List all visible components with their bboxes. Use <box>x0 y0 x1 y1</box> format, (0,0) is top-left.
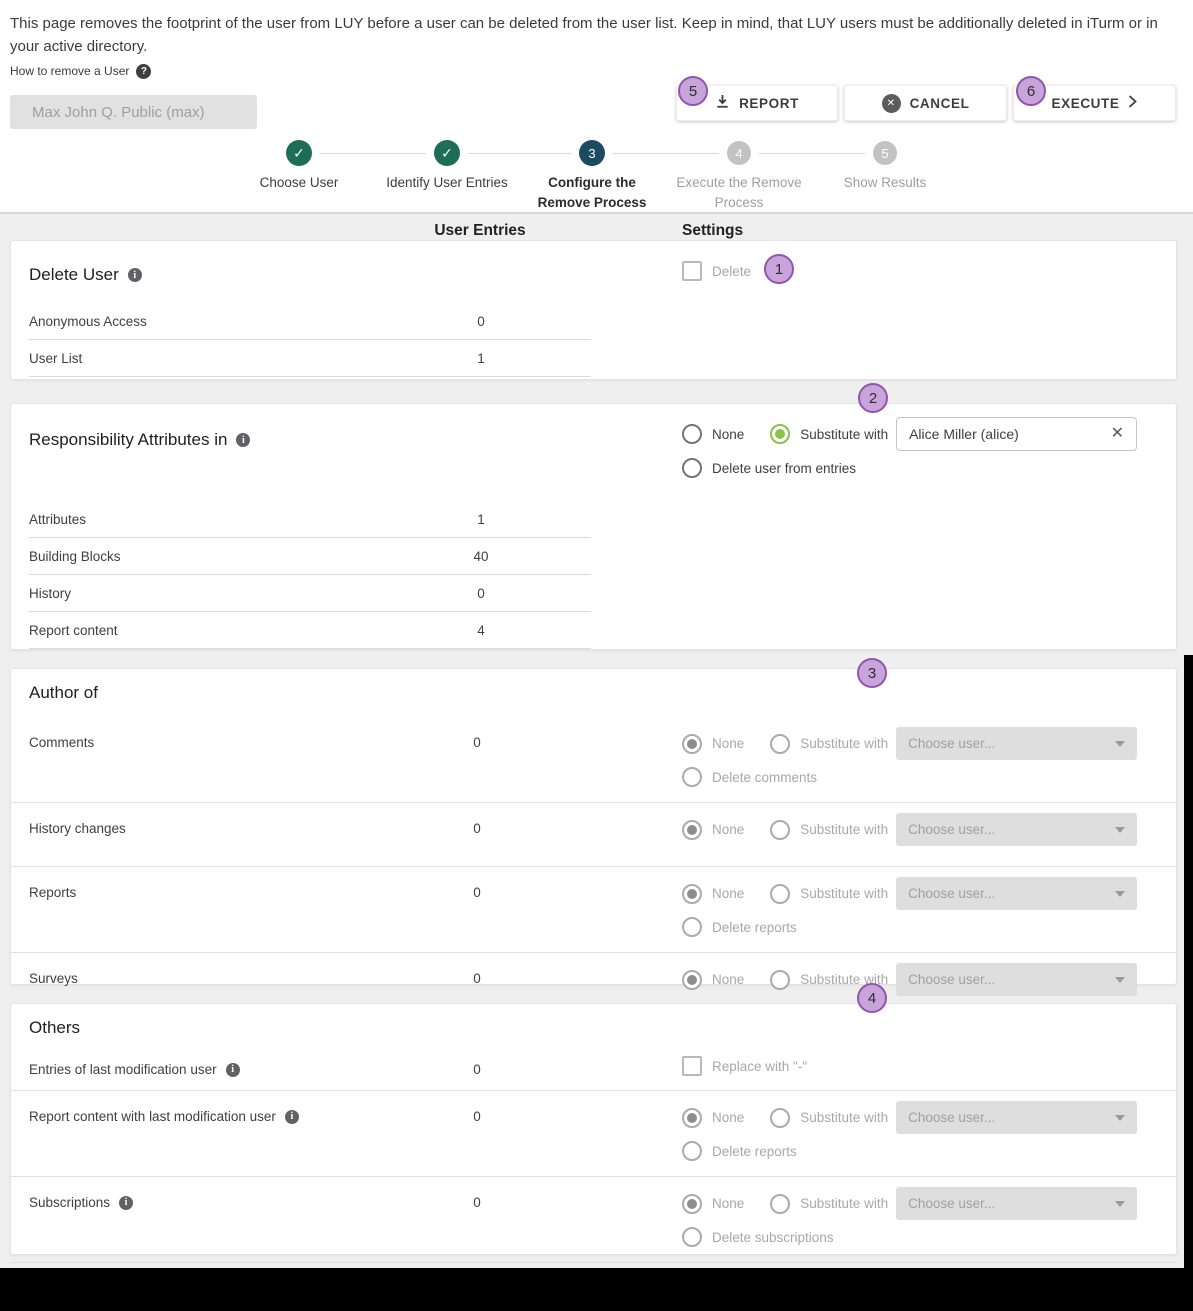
delete-reports-radio <box>682 917 702 937</box>
step-2-label: Identify User Entries <box>352 173 542 193</box>
remove-user-page: This page removes the footprint of the u… <box>0 0 1193 1311</box>
delete-user-from-entries-radio[interactable] <box>682 458 702 478</box>
intro-text: This page removes the footprint of the u… <box>10 12 1170 59</box>
annotation-badge-2: 2 <box>858 383 888 413</box>
table-row: Entries of last modification user i 0 Re… <box>11 1050 1176 1090</box>
substitute-with-radio <box>770 1194 790 1214</box>
table-row: Building Blocks 40 <box>29 538 591 575</box>
info-icon[interactable]: i <box>119 1196 133 1210</box>
substitute-with-radio <box>770 820 790 840</box>
caret-down-icon <box>1115 827 1125 833</box>
none-radio <box>682 970 702 990</box>
stepper-connector <box>468 153 571 154</box>
substitute-with-radio <box>770 1108 790 1128</box>
table-row: User List 1 <box>29 340 591 377</box>
chevron-right-icon <box>1128 95 1137 111</box>
table-row: Report content with last modification us… <box>11 1090 1176 1176</box>
annotation-badge-6: 6 <box>1016 76 1046 106</box>
delete-reports-radio <box>682 1141 702 1161</box>
wizard-stepper: ✓ ✓ 3 4 5 Choose User Identify User Entr… <box>0 140 1193 210</box>
table-row: Subscriptions i 0 None Substitute with C… <box>11 1176 1176 1262</box>
table-row: History changes 0 None Substitute with C… <box>11 802 1176 866</box>
none-radio[interactable] <box>682 424 702 444</box>
step-5-label: Show Results <box>805 173 965 193</box>
question-mark-icon[interactable]: ? <box>136 64 151 79</box>
info-icon[interactable]: i <box>226 1063 240 1077</box>
annotation-badge-4: 4 <box>857 983 887 1013</box>
table-row: Report content 4 <box>29 612 591 649</box>
section-responsibility-attributes: Responsibility Attributes in i None Subs… <box>10 403 1177 650</box>
section-others: Others Entries of last modification user… <box>10 1003 1177 1255</box>
download-icon <box>715 94 730 112</box>
cancel-button[interactable]: ✕ CANCEL <box>844 85 1007 121</box>
black-bottom-bar <box>0 1268 1193 1311</box>
column-header-settings: Settings <box>682 222 743 240</box>
column-header-user-entries: User Entries <box>400 222 560 240</box>
replace-with-dash-checkbox <box>682 1056 702 1076</box>
cancel-button-label: CANCEL <box>910 96 970 111</box>
table-row: Attributes 1 <box>29 501 591 538</box>
none-radio <box>682 820 702 840</box>
substitute-with-radio <box>770 884 790 904</box>
stepper-connector <box>613 153 719 154</box>
section-author-of: Author of Comments 0 None Substitute wit… <box>10 668 1177 985</box>
none-radio <box>682 1108 702 1128</box>
step-3-label: Configure the Remove Process <box>527 173 657 212</box>
caret-down-icon <box>1115 1201 1125 1207</box>
table-row: Reports 0 None Substitute with Choose us… <box>11 866 1176 952</box>
info-icon[interactable]: i <box>128 268 142 282</box>
none-radio <box>682 884 702 904</box>
report-button-label: REPORT <box>739 96 799 111</box>
annotation-badge-1: 1 <box>764 254 794 284</box>
caret-down-icon <box>1115 891 1125 897</box>
delete-user-checkbox <box>682 261 702 281</box>
config-content: User Entries Settings Delete User i Dele… <box>0 212 1193 1268</box>
stepper-connector <box>320 153 426 154</box>
cancel-x-icon: ✕ <box>882 94 901 113</box>
table-row: History 0 <box>29 575 591 612</box>
step-5-circle[interactable]: 5 <box>873 141 897 165</box>
page-header: This page removes the footprint of the u… <box>10 12 1170 79</box>
choose-user-dropdown: Choose user... <box>896 1101 1137 1134</box>
step-1-check-icon[interactable]: ✓ <box>286 140 312 166</box>
choose-user-dropdown: Choose user... <box>896 813 1137 846</box>
section-title: Author of <box>29 683 1176 703</box>
delete-comments-radio <box>682 767 702 787</box>
help-link[interactable]: How to remove a User <box>10 64 129 78</box>
substitute-with-radio <box>770 734 790 754</box>
info-icon[interactable]: i <box>285 1110 299 1124</box>
stepper-connector <box>759 153 865 154</box>
step-4-circle[interactable]: 4 <box>727 141 751 165</box>
caret-down-icon <box>1115 977 1125 983</box>
choose-user-dropdown: Choose user... <box>896 1187 1137 1220</box>
clear-x-icon[interactable]: ✕ <box>1111 426 1124 442</box>
none-radio <box>682 734 702 754</box>
table-row: Comments 0 None Substitute with Choose u… <box>11 717 1176 802</box>
caret-down-icon <box>1115 741 1125 747</box>
info-icon[interactable]: i <box>236 433 250 447</box>
substitute-user-input[interactable]: Alice Miller (alice) ✕ <box>896 417 1137 451</box>
step-2-check-icon[interactable]: ✓ <box>434 140 460 166</box>
substitute-with-radio[interactable] <box>770 424 790 444</box>
substitute-with-radio <box>770 970 790 990</box>
execute-button-label: EXECUTE <box>1052 96 1120 111</box>
selected-user-field: Max John Q. Public (max) <box>10 95 257 129</box>
section-delete-user: Delete User i Delete Anonymous Access 0 … <box>10 240 1177 380</box>
none-radio <box>682 1194 702 1214</box>
delete-user-checkbox-label: Delete <box>712 264 751 279</box>
delete-subscriptions-radio <box>682 1227 702 1247</box>
step-4-label: Execute the Remove Process <box>674 173 804 212</box>
choose-user-dropdown: Choose user... <box>896 963 1137 996</box>
section-title: Responsibility Attributes in i <box>29 430 250 450</box>
annotation-badge-3: 3 <box>857 658 887 688</box>
section-title: Delete User i <box>29 265 142 285</box>
step-3-circle[interactable]: 3 <box>579 140 605 166</box>
annotation-badge-5: 5 <box>678 76 708 106</box>
caret-down-icon <box>1115 1115 1125 1121</box>
black-edge-strip <box>1184 655 1193 1311</box>
choose-user-dropdown: Choose user... <box>896 727 1137 760</box>
table-row: Anonymous Access 0 <box>29 303 591 340</box>
choose-user-dropdown: Choose user... <box>896 877 1137 910</box>
section-title: Others <box>29 1018 1176 1038</box>
